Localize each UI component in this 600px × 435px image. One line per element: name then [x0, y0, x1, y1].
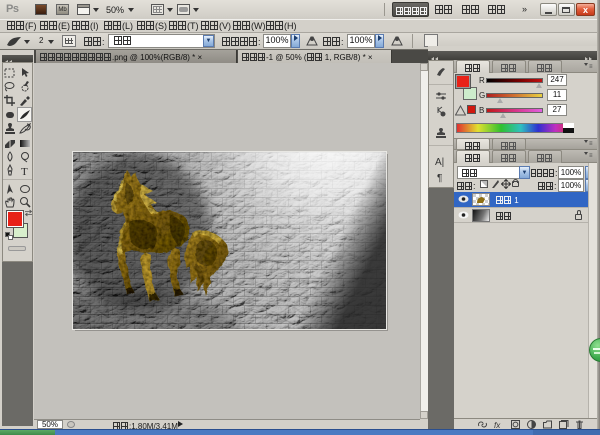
svg-text:fx: fx — [494, 421, 501, 429]
svg-text:A|: A| — [435, 157, 444, 168]
svg-text:¶: ¶ — [437, 173, 442, 184]
svg-text:T: T — [21, 166, 28, 177]
